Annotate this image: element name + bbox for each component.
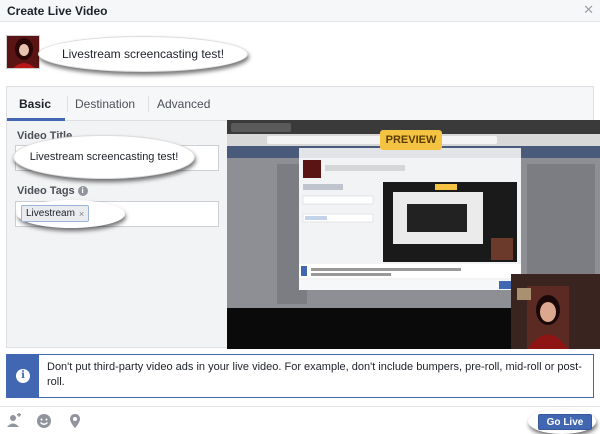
create-live-video-dialog: Create Live Video ✕ Livestream screencas… [0, 0, 600, 434]
preview-screen [227, 120, 600, 349]
notice-icon-column: i [7, 355, 39, 397]
ad-policy-notice: i Don't put third-party video ads in you… [6, 354, 594, 398]
remove-tag-icon[interactable]: × [79, 209, 84, 219]
go-live-button[interactable]: Go Live [538, 414, 592, 430]
dialog-title: Create Live Video [7, 4, 108, 18]
close-icon[interactable]: ✕ [583, 3, 594, 17]
video-tags-label: Video Tags i [17, 185, 88, 197]
video-preview: PREVIEW [227, 120, 600, 349]
tab-bar: Basic Destination Advanced [7, 87, 593, 121]
post-composer: Livestream screencasting test! [0, 23, 600, 85]
tag-chip: Livestream × [21, 205, 90, 222]
settings-panel: Basic Destination Advanced Video Title L… [6, 86, 600, 349]
tab-divider [67, 96, 68, 112]
location-icon[interactable] [67, 413, 83, 429]
tab-advanced[interactable]: Advanced [157, 97, 210, 111]
tab-divider [148, 96, 149, 112]
video-tags-label-text: Video Tags [17, 185, 75, 197]
tab-basic[interactable]: Basic [19, 97, 51, 111]
info-icon[interactable]: i [77, 186, 88, 197]
info-icon: i [16, 369, 30, 383]
feeling-icon[interactable] [36, 413, 52, 429]
notice-text: Don't put third-party video ads in your … [47, 361, 582, 388]
avatar [6, 35, 40, 69]
status-input[interactable]: Livestream screencasting test! [38, 36, 248, 72]
dialog-header: Create Live Video ✕ [0, 0, 600, 22]
tag-people-icon[interactable] [6, 413, 22, 429]
active-tab-indicator [7, 118, 65, 121]
video-title-value[interactable]: Livestream screencasting test! [13, 135, 195, 179]
tag-label: Livestream [26, 208, 75, 219]
preview-badge: PREVIEW [380, 130, 442, 150]
dialog-footer: Go Live [0, 406, 600, 434]
tab-destination[interactable]: Destination [75, 97, 135, 111]
